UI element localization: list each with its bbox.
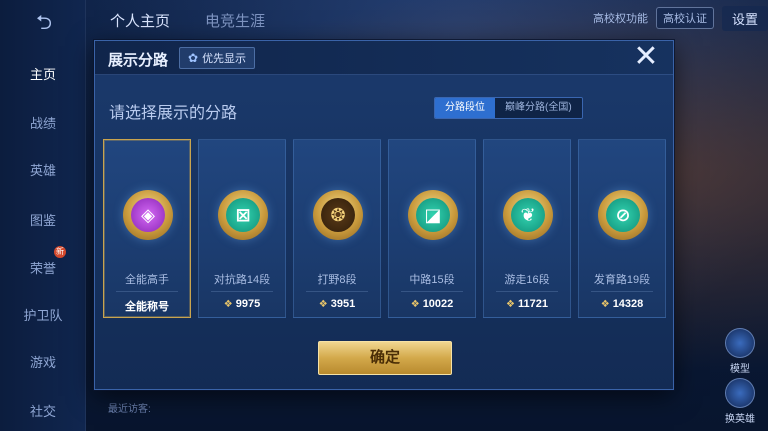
priority-display-button[interactable]: ✿ 优先显示 xyxy=(179,47,256,69)
card-value: 全能称号 xyxy=(104,298,190,314)
tab-lane-rank[interactable]: 分路段位 xyxy=(435,98,495,118)
sidebar-item-heroes[interactable]: 英雄 xyxy=(0,160,86,179)
roam-glyph: ❦ xyxy=(511,198,545,232)
card-divider xyxy=(496,291,558,292)
lane-card-farm[interactable]: ⊘ 发育路19段 ❖ 14328 xyxy=(578,139,666,318)
model-button[interactable]: 模型 xyxy=(720,328,760,375)
card-value: ❖ 10022 xyxy=(389,298,475,310)
confirm-button[interactable]: 确定 xyxy=(318,341,452,375)
lane-card-mid[interactable]: ◪ 中路15段 ❖ 10022 xyxy=(388,139,476,318)
back-arrow-icon[interactable]: ⮌ xyxy=(24,12,64,34)
lane-card-roam[interactable]: ❦ 游走16段 ❖ 11721 xyxy=(483,139,571,318)
sidebar-item-home[interactable]: 主页 xyxy=(0,64,86,83)
card-value-text: 11721 xyxy=(517,298,548,310)
change-hero-button[interactable]: 换英雄 xyxy=(720,378,760,425)
sidebar-item-record[interactable]: 战绩 xyxy=(0,113,86,132)
mid-lane-emblem-icon: ◪ xyxy=(408,190,458,240)
card-name: 游走16段 xyxy=(504,274,550,286)
lane-card-jungle[interactable]: ❂ 打野8段 ❖ 3951 xyxy=(293,139,381,318)
sidebar-item-guard-team[interactable]: 护卫队 xyxy=(0,305,86,324)
jungle-emblem-icon: ❂ xyxy=(313,190,363,240)
card-divider xyxy=(401,291,463,292)
farm-lane-glyph: ⊘ xyxy=(606,198,640,232)
all-round-emblem-icon: ◈ xyxy=(123,190,173,240)
close-icon[interactable]: ✕ xyxy=(631,42,661,73)
settings-button[interactable]: 设置 xyxy=(721,5,768,31)
model-icon xyxy=(725,328,755,358)
card-name: 对抗路14段 xyxy=(213,274,271,286)
card-value-text: 3951 xyxy=(330,298,356,310)
card-name: 全能高手 xyxy=(125,274,169,286)
sidebar-item-codex[interactable]: 图鉴 xyxy=(0,210,86,229)
jungle-glyph: ❂ xyxy=(321,198,355,232)
card-name: 发育路19段 xyxy=(593,274,651,286)
tab-esports[interactable]: 电竞生涯 xyxy=(205,10,265,31)
rank-points-icon: ❖ xyxy=(410,299,420,310)
card-value-text: 10022 xyxy=(422,298,454,310)
card-value: ❖ 11721 xyxy=(484,298,570,310)
left-sidebar: ⮌ 主页 战绩 英雄 图鉴 新 荣誉 护卫队 游戏 社交 xyxy=(0,0,86,431)
roam-emblem-icon: ❦ xyxy=(503,190,553,240)
lane-card-clash[interactable]: ⊠ 对抗路14段 ❖ 9975 xyxy=(198,139,286,318)
lane-type-toggle: 分路段位 巅峰分路(全国) xyxy=(434,97,583,119)
rank-points-icon: ❖ xyxy=(318,299,328,310)
sidebar-item-social[interactable]: 社交 xyxy=(0,401,86,420)
top-right-bar: 高校权功能 高校认证 设置 xyxy=(592,5,768,31)
sidebar-item-honor[interactable]: 荣誉 xyxy=(0,258,86,277)
card-name: 打野8段 xyxy=(317,274,357,286)
lane-card-all-round[interactable]: ◈ 全能高手 全能称号 xyxy=(103,139,191,318)
card-divider xyxy=(591,291,653,292)
gear-icon: ✿ xyxy=(188,51,199,65)
change-hero-icon xyxy=(725,378,755,408)
card-divider xyxy=(306,291,368,292)
clash-lane-emblem-icon: ⊠ xyxy=(218,190,268,240)
dialog-header: 展示分路 ✿ 优先显示 ✕ xyxy=(95,41,673,75)
tab-peak-lane-national[interactable]: 巅峰分路(全国) xyxy=(495,98,582,118)
new-badge: 新 xyxy=(54,246,66,258)
all-round-glyph: ◈ xyxy=(131,198,165,232)
sidebar-item-game[interactable]: 游戏 xyxy=(0,352,86,371)
select-lane-prompt: 请选择展示的分路 xyxy=(109,105,238,122)
model-label: 模型 xyxy=(730,364,750,375)
college-verify-button[interactable]: 高校认证 xyxy=(655,7,714,29)
card-value-text: 9975 xyxy=(235,298,261,310)
lane-cards: ◈ 全能高手 全能称号 ⊠ 对抗路14段 ❖ 9975 ❂ 打野8段 ❖ 3951 … xyxy=(103,139,667,319)
rank-points-icon: ❖ xyxy=(506,299,515,310)
tab-profile[interactable]: 个人主页 xyxy=(110,10,170,31)
clash-lane-glyph: ⊠ xyxy=(226,198,260,232)
card-name: 中路15段 xyxy=(409,274,455,286)
priority-display-label: 优先显示 xyxy=(202,53,247,65)
card-value: ❖ 3951 xyxy=(294,298,380,310)
college-feature-text: 高校权功能 xyxy=(592,13,648,25)
farm-lane-emblem-icon: ⊘ xyxy=(598,190,648,240)
rank-points-icon: ❖ xyxy=(600,299,610,310)
dialog-title: 展示分路 xyxy=(108,52,169,69)
card-divider xyxy=(116,291,178,292)
card-value-text: 14328 xyxy=(612,298,644,310)
mid-lane-glyph: ◪ xyxy=(416,198,450,232)
card-value-text: 全能称号 xyxy=(125,301,169,313)
show-lane-dialog: 展示分路 ✿ 优先显示 ✕ 请选择展示的分路 分路段位 巅峰分路(全国) ◈ 全… xyxy=(94,40,674,390)
card-value: ❖ 9975 xyxy=(199,298,285,310)
card-value: ❖ 14328 xyxy=(579,298,665,310)
rank-points-icon: ❖ xyxy=(223,299,233,310)
card-divider xyxy=(211,291,273,292)
change-hero-label: 换英雄 xyxy=(725,414,755,425)
recent-visitors-label: 最近访客: xyxy=(108,404,151,415)
